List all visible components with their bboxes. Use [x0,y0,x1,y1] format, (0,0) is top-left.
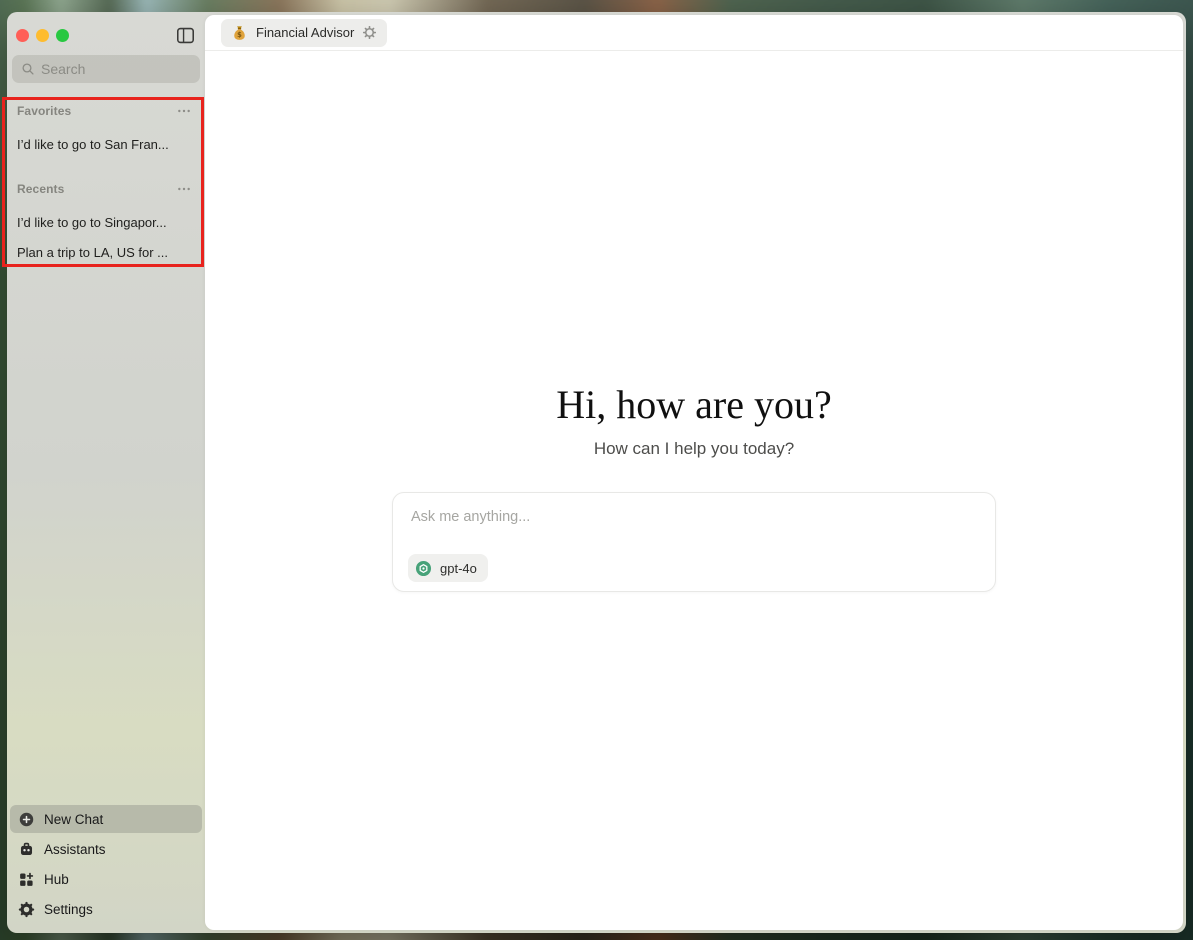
app-window: Favorites I’d like to go to San Fran... … [7,12,1186,933]
page-subtitle: How can I help you today? [205,439,1183,459]
model-name: gpt-4o [440,561,477,576]
recents-menu-button[interactable] [173,181,195,197]
welcome-hero: Hi, how are you? How can I help you toda… [205,383,1183,459]
plus-circle-icon [18,811,35,828]
message-input[interactable] [393,493,995,525]
sidebar-item-label: Assistants [44,842,106,857]
gear-icon[interactable] [362,25,377,40]
page-title: Hi, how are you? [205,383,1183,427]
sidebar-item-settings[interactable]: Settings [10,895,202,923]
sidebar-footer: New Chat Assistants [10,805,202,923]
minimize-button[interactable] [36,29,49,42]
sidebar-item-label: Settings [44,902,93,917]
search-input[interactable] [41,61,192,77]
favorites-menu-button[interactable] [173,103,195,119]
sidebar-toggle-icon [176,27,195,44]
svg-text:$: $ [237,31,242,39]
search-field[interactable] [12,55,200,83]
titlebar [7,12,205,47]
sidebar: Favorites I’d like to go to San Fran... … [7,12,205,933]
tab-financial-advisor[interactable]: $ Financial Advisor [221,19,387,47]
favorites-section-header: Favorites [7,101,205,121]
grid-plus-icon [18,871,35,888]
chat-item-singapore[interactable]: I’d like to go to Singapor... [7,207,205,237]
tab-bar: $ Financial Advisor [205,15,1183,51]
money-bag-icon: $ [231,24,248,41]
tab-title: Financial Advisor [256,25,354,40]
chat-item-san-francisco[interactable]: I’d like to go to San Fran... [7,129,205,159]
openai-logo-icon [414,559,433,578]
recents-section-header: Recents [7,179,205,199]
ellipsis-icon [176,106,192,116]
search-icon [20,61,36,77]
favorites-label: Favorites [17,104,173,118]
sidebar-item-assistants[interactable]: Assistants [10,835,202,863]
gear-icon [18,901,35,918]
ellipsis-icon [176,184,192,194]
close-button[interactable] [16,29,29,42]
sidebar-item-hub[interactable]: Hub [10,865,202,893]
traffic-lights [16,29,69,42]
recents-label: Recents [17,182,173,196]
chat-item-la-trip[interactable]: Plan a trip to LA, US for ... [7,237,205,267]
sidebar-item-label: Hub [44,872,69,887]
composer-card: gpt-4o [392,492,996,592]
toggle-sidebar-button[interactable] [173,23,197,47]
zoom-button[interactable] [56,29,69,42]
assistant-bag-icon [18,841,35,858]
main-panel: $ Financial Advisor [205,15,1183,930]
sidebar-item-new-chat[interactable]: New Chat [10,805,202,833]
sidebar-item-label: New Chat [44,812,103,827]
model-selector-chip[interactable]: gpt-4o [408,554,488,582]
